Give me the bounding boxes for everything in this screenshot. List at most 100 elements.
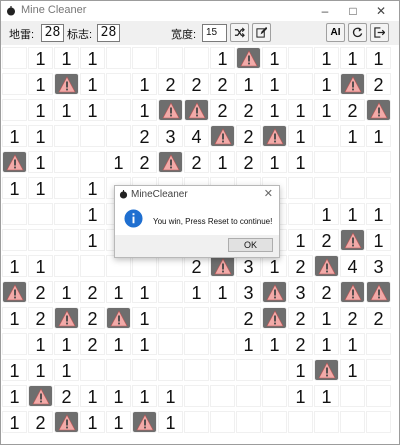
board-cell[interactable]: 1 (132, 281, 157, 303)
board-cell[interactable]: 1 (366, 125, 391, 147)
mine-cell[interactable] (340, 281, 365, 303)
board-cell[interactable] (236, 359, 261, 381)
board-cell[interactable]: 1 (2, 255, 27, 277)
exit-button[interactable] (370, 23, 389, 42)
board-cell[interactable] (132, 255, 157, 277)
board-cell[interactable] (54, 203, 79, 225)
board-cell[interactable] (340, 177, 365, 199)
board-cell[interactable]: 1 (314, 333, 339, 355)
board-cell[interactable]: 1 (340, 333, 365, 355)
board-cell[interactable]: 1 (366, 229, 391, 251)
board-cell[interactable]: 1 (80, 99, 105, 121)
board-cell[interactable]: 1 (314, 307, 339, 329)
board-cell[interactable] (106, 73, 131, 95)
mine-cell[interactable] (2, 151, 27, 173)
board-cell[interactable] (106, 47, 131, 69)
board-cell[interactable]: 2 (314, 281, 339, 303)
board-cell[interactable]: 1 (80, 229, 105, 251)
board-cell[interactable]: 1 (132, 99, 157, 121)
board-cell[interactable]: 1 (80, 47, 105, 69)
board-cell[interactable] (28, 203, 53, 225)
board-cell[interactable] (80, 255, 105, 277)
board-cell[interactable]: 2 (184, 151, 209, 173)
board-cell[interactable] (106, 125, 131, 147)
minimize-icon[interactable]: – (311, 1, 339, 21)
board-cell[interactable]: 1 (2, 359, 27, 381)
board-cell[interactable]: 3 (158, 125, 183, 147)
board-cell[interactable]: 1 (106, 411, 131, 433)
board-cell[interactable]: 1 (340, 359, 365, 381)
ok-button[interactable]: OK (228, 238, 273, 252)
board-cell[interactable] (2, 47, 27, 69)
board-cell[interactable] (340, 151, 365, 173)
board-cell[interactable] (210, 411, 235, 433)
board-cell[interactable]: 1 (132, 73, 157, 95)
board-cell[interactable]: 1 (366, 47, 391, 69)
board-cell[interactable]: 1 (314, 47, 339, 69)
board-cell[interactable]: 1 (54, 99, 79, 121)
mine-cell[interactable] (210, 255, 235, 277)
close-icon[interactable]: ✕ (367, 1, 395, 21)
board-cell[interactable]: 1 (262, 47, 287, 69)
board-cell[interactable]: 2 (340, 307, 365, 329)
board-cell[interactable]: 2 (184, 73, 209, 95)
mine-cell[interactable] (28, 385, 53, 407)
board-cell[interactable]: 1 (210, 47, 235, 69)
board-cell[interactable]: 1 (262, 73, 287, 95)
board-cell[interactable]: 2 (28, 281, 53, 303)
board-cell[interactable]: 4 (340, 255, 365, 277)
mine-cell[interactable] (366, 281, 391, 303)
board-cell[interactable]: 1 (80, 177, 105, 199)
mine-cell[interactable] (54, 411, 79, 433)
board-cell[interactable] (210, 333, 235, 355)
board-cell[interactable]: 1 (262, 151, 287, 173)
board-cell[interactable] (158, 255, 183, 277)
board-cell[interactable]: 1 (106, 385, 131, 407)
board-cell[interactable] (2, 73, 27, 95)
board-cell[interactable] (184, 307, 209, 329)
board-cell[interactable] (366, 411, 391, 433)
board-cell[interactable]: 1 (184, 281, 209, 303)
board-cell[interactable]: 1 (106, 333, 131, 355)
board-cell[interactable]: 1 (314, 73, 339, 95)
board-cell[interactable]: 3 (236, 255, 261, 277)
board-cell[interactable]: 2 (158, 73, 183, 95)
board-cell[interactable] (158, 359, 183, 381)
board-cell[interactable] (158, 47, 183, 69)
board-cell[interactable] (288, 73, 313, 95)
board-cell[interactable]: 1 (54, 281, 79, 303)
board-cell[interactable] (2, 333, 27, 355)
board-cell[interactable] (184, 333, 209, 355)
mine-cell[interactable] (314, 255, 339, 277)
mine-cell[interactable] (132, 411, 157, 433)
board-cell[interactable] (80, 359, 105, 381)
board-cell[interactable] (366, 359, 391, 381)
mine-cell[interactable] (236, 47, 261, 69)
board-cell[interactable] (158, 307, 183, 329)
board-cell[interactable] (132, 359, 157, 381)
board-cell[interactable]: 1 (28, 177, 53, 199)
board-cell[interactable]: 2 (288, 255, 313, 277)
board-cell[interactable]: 1 (54, 333, 79, 355)
board-cell[interactable] (314, 125, 339, 147)
board-cell[interactable]: 1 (236, 73, 261, 95)
board-cell[interactable]: 1 (210, 281, 235, 303)
board-cell[interactable] (184, 385, 209, 407)
board-cell[interactable] (262, 411, 287, 433)
board-cell[interactable]: 1 (262, 99, 287, 121)
board-cell[interactable] (288, 177, 313, 199)
board-cell[interactable]: 1 (366, 203, 391, 225)
board-cell[interactable]: 1 (106, 151, 131, 173)
board-cell[interactable] (54, 177, 79, 199)
board-cell[interactable]: 1 (288, 151, 313, 173)
board-cell[interactable] (262, 385, 287, 407)
board-cell[interactable]: 4 (184, 125, 209, 147)
board-cell[interactable] (54, 255, 79, 277)
board-cell[interactable]: 1 (262, 333, 287, 355)
board-cell[interactable] (366, 151, 391, 173)
board-cell[interactable]: 1 (340, 47, 365, 69)
mine-cell[interactable] (340, 73, 365, 95)
board-cell[interactable]: 2 (28, 307, 53, 329)
board-cell[interactable] (54, 229, 79, 251)
board-cell[interactable]: 2 (210, 99, 235, 121)
